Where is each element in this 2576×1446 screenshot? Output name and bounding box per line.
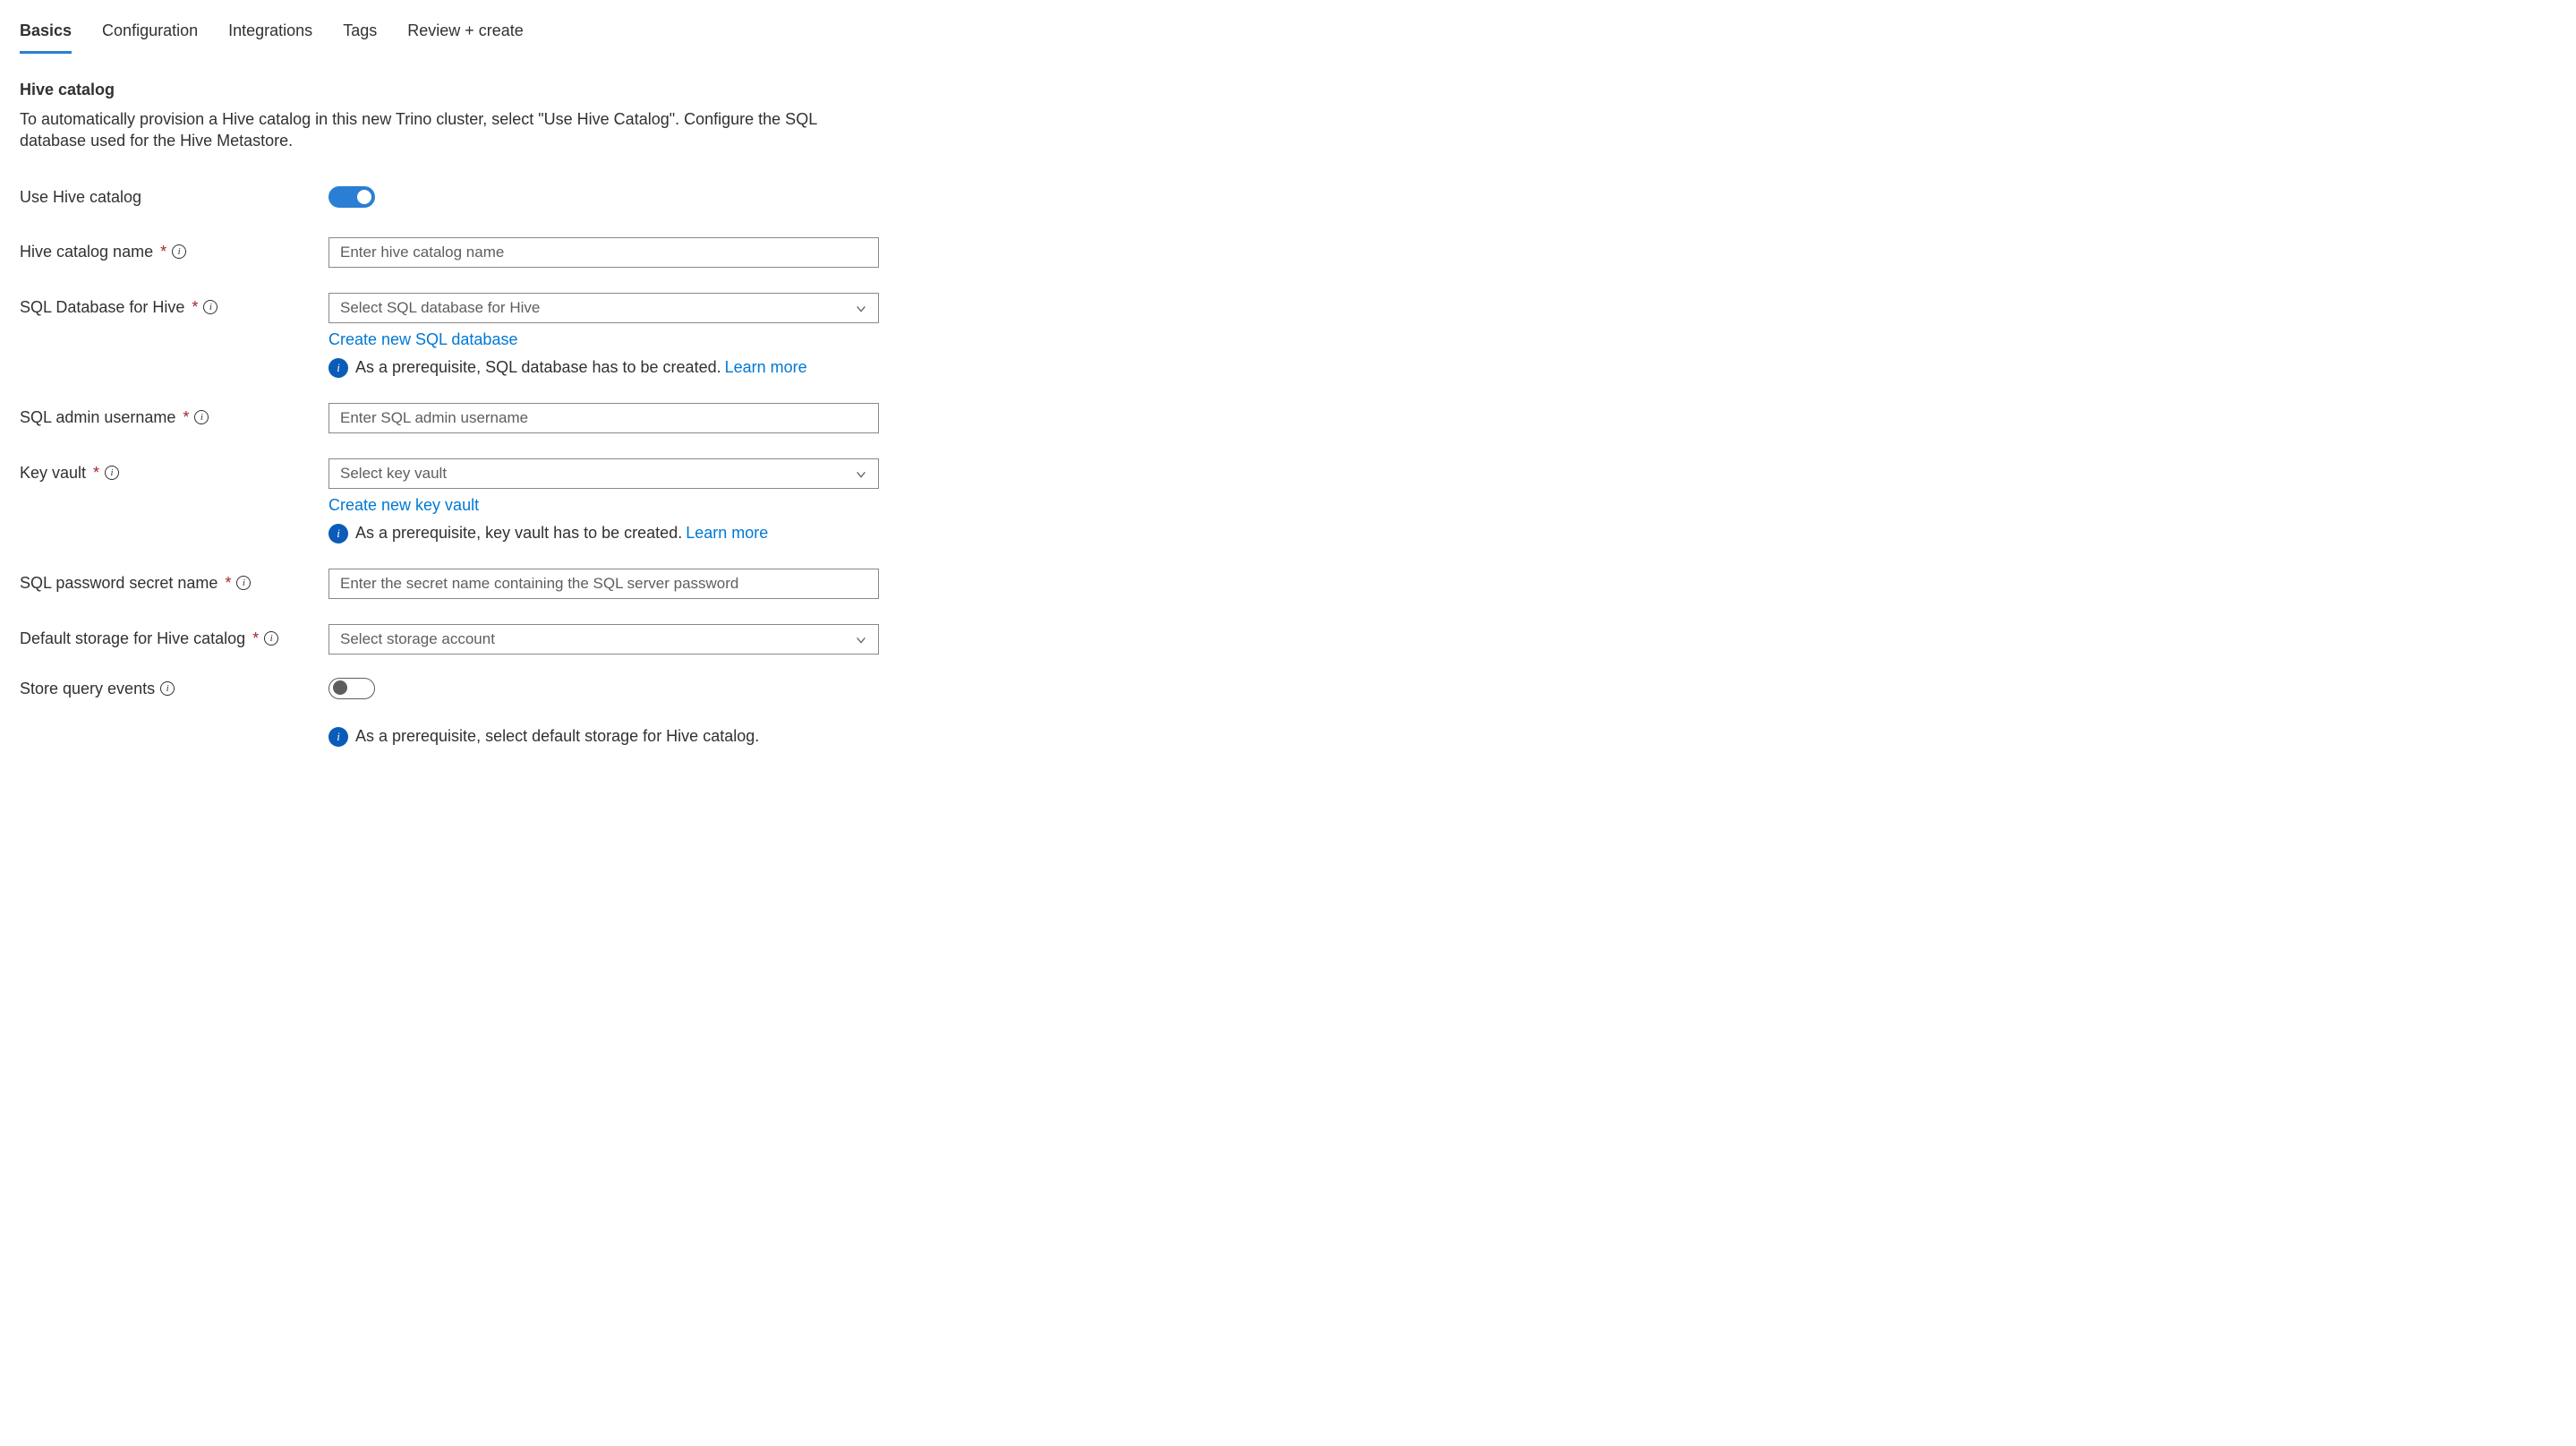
tab-review-create[interactable]: Review + create [407, 18, 524, 54]
info-icon[interactable] [160, 681, 175, 696]
chevron-down-icon [855, 633, 867, 646]
info-badge-icon [328, 727, 348, 747]
row-hive-catalog-name: Hive catalog name * [20, 237, 2556, 268]
store-events-prereq-text: As a prerequisite, select default storag… [355, 727, 759, 746]
toggle-knob-icon [357, 190, 371, 204]
sql-database-learn-more-link[interactable]: Learn more [725, 358, 807, 377]
info-icon[interactable] [236, 576, 251, 590]
info-badge-icon [328, 524, 348, 543]
sql-database-prereq-note: As a prerequisite, SQL database has to b… [328, 358, 879, 378]
sql-secret-name-input[interactable] [328, 569, 879, 599]
hive-catalog-name-label: Hive catalog name [20, 243, 153, 261]
sql-database-placeholder: Select SQL database for Hive [340, 299, 540, 317]
info-badge-icon [328, 358, 348, 378]
sql-secret-name-label: SQL password secret name [20, 574, 218, 593]
section-description: To automatically provision a Hive catalo… [20, 108, 879, 152]
row-key-vault: Key vault * Select key vault Create new … [20, 458, 2556, 543]
sql-database-select[interactable]: Select SQL database for Hive [328, 293, 879, 323]
store-query-events-toggle[interactable] [328, 678, 375, 699]
store-query-events-label: Store query events [20, 680, 155, 698]
default-storage-placeholder: Select storage account [340, 630, 495, 648]
default-storage-select[interactable]: Select storage account [328, 624, 879, 655]
use-hive-catalog-toggle[interactable] [328, 186, 375, 208]
sql-admin-username-label: SQL admin username [20, 408, 175, 427]
tab-integrations[interactable]: Integrations [228, 18, 312, 54]
use-hive-catalog-label: Use Hive catalog [20, 188, 141, 207]
info-icon[interactable] [172, 244, 186, 259]
toggle-knob-icon [333, 680, 347, 695]
row-sql-secret-name: SQL password secret name * [20, 569, 2556, 599]
info-icon[interactable] [194, 410, 209, 424]
required-indicator: * [183, 408, 189, 427]
row-sql-database: SQL Database for Hive * Select SQL datab… [20, 293, 2556, 378]
key-vault-placeholder: Select key vault [340, 465, 447, 483]
sql-database-prereq-text: As a prerequisite, SQL database has to b… [355, 358, 721, 377]
row-use-hive-catalog: Use Hive catalog [20, 183, 2556, 212]
key-vault-prereq-text: As a prerequisite, key vault has to be c… [355, 524, 682, 543]
hive-catalog-name-input[interactable] [328, 237, 879, 268]
key-vault-select[interactable]: Select key vault [328, 458, 879, 489]
row-sql-admin-username: SQL admin username * [20, 403, 2556, 433]
key-vault-learn-more-link[interactable]: Learn more [686, 524, 768, 543]
required-indicator: * [160, 243, 166, 261]
tab-bar: Basics Configuration Integrations Tags R… [20, 0, 2556, 54]
tab-configuration[interactable]: Configuration [102, 18, 198, 54]
tab-basics[interactable]: Basics [20, 18, 72, 54]
create-sql-database-link[interactable]: Create new SQL database [328, 330, 517, 349]
create-key-vault-link[interactable]: Create new key vault [328, 496, 479, 515]
required-indicator: * [252, 629, 259, 648]
required-indicator: * [192, 298, 198, 317]
info-icon[interactable] [203, 300, 218, 314]
chevron-down-icon [855, 302, 867, 314]
default-storage-label: Default storage for Hive catalog [20, 629, 245, 648]
chevron-down-icon [855, 467, 867, 480]
required-indicator: * [225, 574, 231, 593]
key-vault-prereq-note: As a prerequisite, key vault has to be c… [328, 524, 879, 543]
row-default-storage: Default storage for Hive catalog * Selec… [20, 624, 2556, 655]
key-vault-label: Key vault [20, 464, 86, 483]
row-store-query-events: Store query events As a prerequisite, se… [20, 674, 2556, 747]
info-icon[interactable] [105, 466, 119, 480]
sql-database-label: SQL Database for Hive [20, 298, 184, 317]
info-icon[interactable] [264, 631, 278, 646]
tab-tags[interactable]: Tags [343, 18, 377, 54]
required-indicator: * [93, 464, 99, 483]
section-title: Hive catalog [20, 81, 2556, 99]
store-events-prereq-note: As a prerequisite, select default storag… [328, 727, 879, 747]
sql-admin-username-input[interactable] [328, 403, 879, 433]
